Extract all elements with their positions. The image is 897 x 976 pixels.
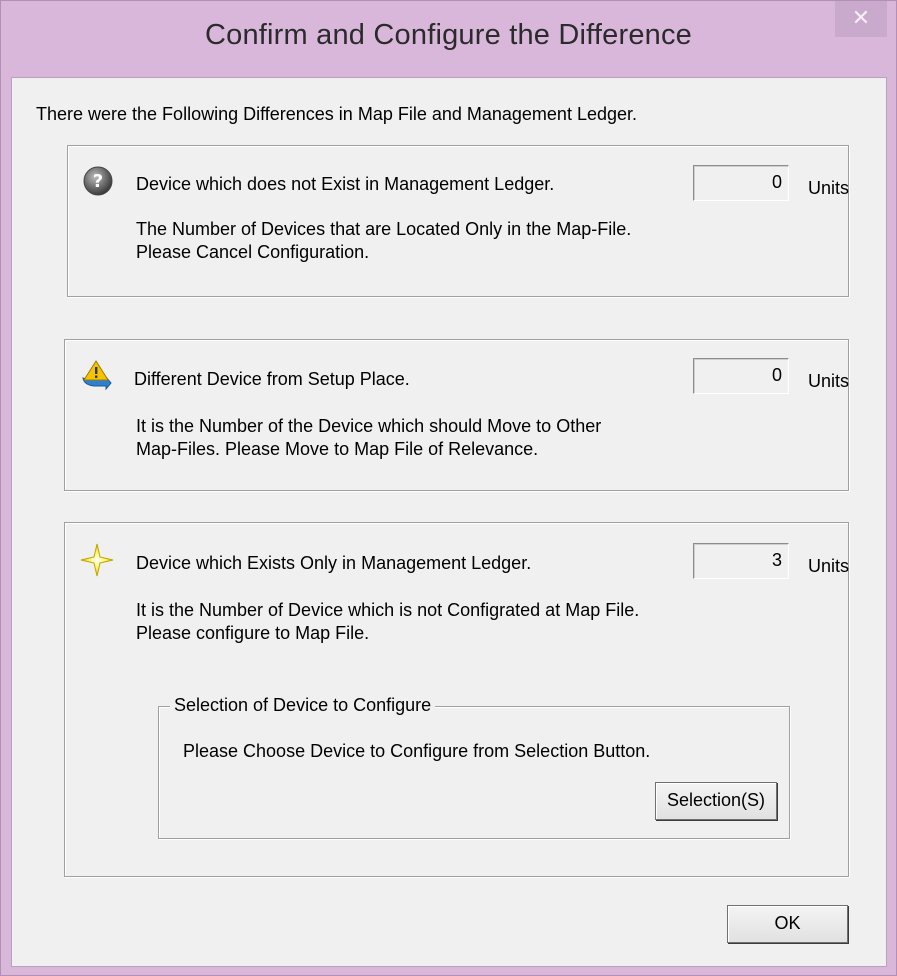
selection-instruction: Please Choose Device to Configure from S…: [183, 741, 651, 761]
question-icon: ?: [83, 166, 113, 196]
row-label-different-place: Different Device from Setup Place.: [134, 369, 410, 389]
units-label-3: Units: [808, 556, 850, 576]
row-label-only-in-ledger: Device which Exists Only in Management L…: [136, 553, 532, 573]
move-warning-icon: [82, 360, 112, 390]
row-label-not-in-ledger: Device which does not Exist in Managemen…: [136, 174, 555, 194]
description-only-in-ledger: It is the Number of Device which is not …: [136, 599, 639, 645]
ok-button[interactable]: OK: [727, 905, 848, 943]
count-only-in-ledger: 3: [693, 543, 789, 579]
description-line: Please configure to Map File.: [136, 623, 370, 643]
description-line: It is the Number of Device which is not …: [136, 600, 640, 620]
star-icon: [80, 543, 114, 577]
dialog-title: Confirm and Configure the Difference: [204, 19, 693, 51]
description-line: It is the Number of the Device which sho…: [136, 416, 602, 436]
description-line: The Number of Devices that are Located O…: [136, 219, 632, 239]
intro-text: There were the Following Differences in …: [36, 104, 637, 124]
close-icon: ✕: [851, 5, 871, 30]
description-line: Map-Files. Please Move to Map File of Re…: [136, 439, 539, 459]
close-button[interactable]: ✕: [835, 1, 887, 37]
description-different-place: It is the Number of the Device which sho…: [136, 415, 601, 461]
units-label-1: Units: [808, 178, 850, 198]
title-bar[interactable]: Confirm and Configure the Difference ✕: [1, 1, 896, 77]
description-not-in-ledger: The Number of Devices that are Located O…: [136, 218, 631, 264]
units-label-2: Units: [808, 371, 850, 391]
svg-text:?: ?: [93, 171, 103, 192]
selection-group-legend: Selection of Device to Configure: [170, 695, 436, 716]
count-different-place: 0: [693, 358, 789, 394]
description-line: Please Cancel Configuration.: [136, 242, 370, 262]
selection-button[interactable]: Selection(S): [655, 782, 777, 820]
count-not-in-ledger: 0: [693, 165, 789, 201]
